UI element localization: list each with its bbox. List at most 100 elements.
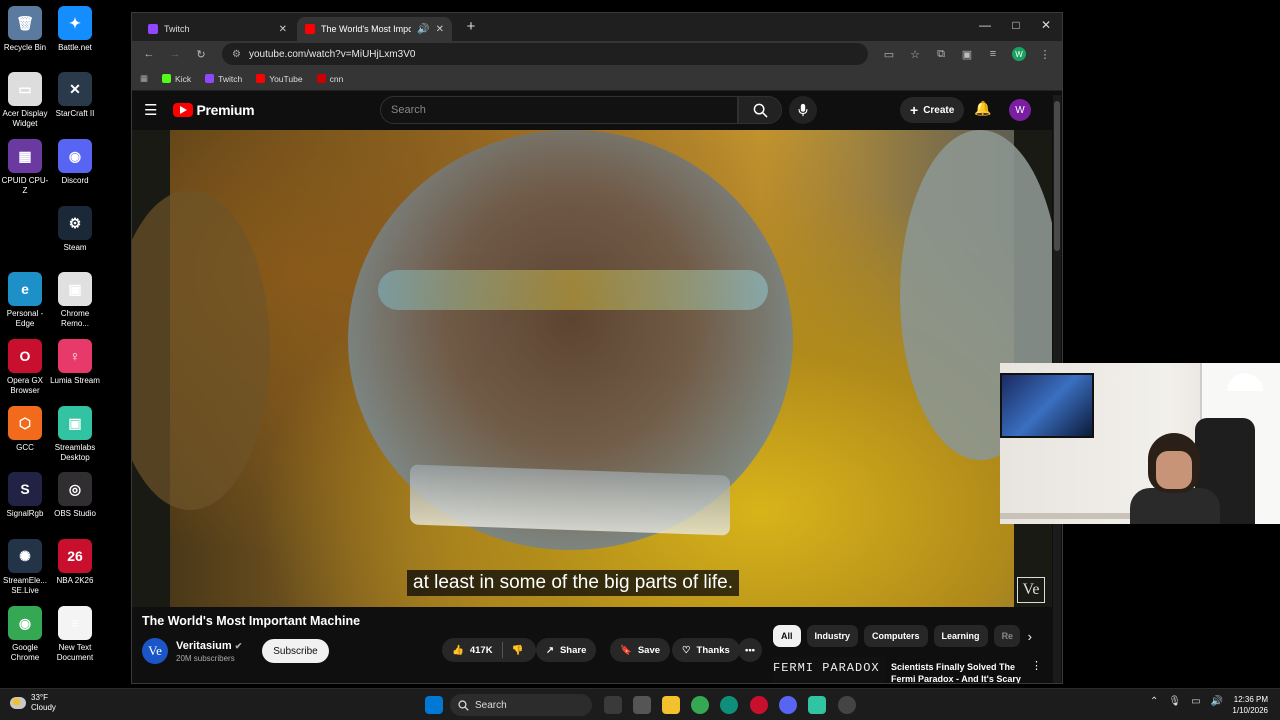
bookmark-youtube[interactable]: YouTube [256,74,303,84]
weather-widget[interactable]: 33°F Cloudy [10,693,56,713]
share-button[interactable]: ↗ Share [536,638,597,662]
recommended-video[interactable]: FERMI PARADOX Scientists Finally Solved … [773,657,1041,683]
subscribe-button[interactable]: Subscribe [262,639,329,663]
desktop-icon[interactable]: ▦ CPUID CPU-Z [0,139,50,196]
channel-watermark[interactable]: Ve [1017,577,1045,603]
tray-chevron-icon[interactable]: ⌃ [1150,696,1158,707]
share-arrow-icon: ↗ [546,644,554,656]
widgets-icon[interactable] [633,696,651,714]
cnn-favicon [316,74,326,83]
desktop-icon[interactable]: 🗑 Recycle Bin [0,6,50,53]
app-taskbar-icon[interactable] [838,696,856,714]
chevron-right-icon[interactable]: › [1028,629,1032,644]
channel-name[interactable]: Veritasium ✔ [176,640,242,652]
desktop-icon-label: New Text Document [56,643,94,662]
chrome-taskbar-icon[interactable] [691,696,709,714]
kebab-menu-icon[interactable]: ⋮ [1031,659,1041,672]
desktop-icon[interactable]: ◉ Discord [50,139,100,186]
desktop-app-icon: ⚙ [58,206,92,240]
desktop-icon[interactable]: ♀ Lumia Stream [50,339,100,386]
network-icon[interactable]: ▭ [1191,696,1200,707]
more-actions-icon[interactable]: ••• [738,638,762,662]
browser-menu-icon[interactable]: ⋮ [1034,43,1056,65]
hamburger-menu-icon[interactable]: ☰ [144,101,157,119]
scroll-thumb[interactable] [1054,101,1060,251]
desktop-icon[interactable]: ✕ StarCraft II [50,72,100,119]
apps-grid-icon[interactable]: ▦ [140,73,148,84]
desktop-icon[interactable]: ◉ Google Chrome [0,606,50,663]
desktop-icon-label: Discord [61,176,89,185]
search-input[interactable]: Search [380,96,738,124]
desktop-icon[interactable]: ✦ Battle.net [50,6,100,53]
start-windows-icon[interactable] [425,696,443,714]
media-controls-icon[interactable]: ≡ [982,43,1004,65]
clock[interactable]: 12:36 PM 1/10/2026 [1222,694,1268,716]
desktop-icon[interactable]: ⚙ Steam [50,206,100,253]
bookmark-icon: 🔖 [620,644,632,656]
desktop-icon[interactable]: ▣ Streamlabs Desktop [50,406,100,463]
streamlabs-taskbar-icon[interactable] [808,696,826,714]
tab-youtube[interactable]: The World's Most Importan 🔊 ✕ [297,17,452,41]
desktop-icon[interactable]: ▭ Acer Display Widget [0,72,50,129]
sidepanel-icon[interactable]: ▣ [956,43,978,65]
task-view-icon[interactable] [604,696,622,714]
profile-avatar[interactable]: W [1008,43,1030,65]
desktop-icon[interactable]: 26 NBA 2K26 [50,539,100,586]
desktop-icon[interactable]: ≡ New Text Document [50,606,100,663]
bookmark-cnn[interactable]: cnn [316,74,343,84]
desktop-app-icon: O [8,339,42,373]
video-player[interactable]: at least in some of the big parts of lif… [132,130,1052,607]
search-button[interactable] [738,96,782,124]
back-arrow-icon[interactable]: ← [138,43,160,65]
youtube-logo[interactable]: Premium [173,102,255,118]
reload-icon[interactable]: ↻ [190,43,212,65]
new-tab-plus-icon[interactable]: + [456,18,486,35]
forward-arrow-icon[interactable]: → [164,43,186,65]
save-button[interactable]: 🔖 Save [610,638,671,662]
close-tab-icon[interactable]: ✕ [279,24,287,35]
dislike-button-icon[interactable]: 👎 [512,645,524,656]
create-button[interactable]: + Create [900,97,965,123]
close-window-icon[interactable]: ✕ [1031,18,1061,32]
edge-taskbar-icon[interactable] [720,696,738,714]
extensions-icon[interactable]: ⧉ [930,43,952,65]
desktop-app-icon: ✺ [8,539,42,573]
microphone-icon[interactable]: 🎙 [1168,696,1181,707]
bookmark-twitch[interactable]: Twitch [205,74,242,84]
tab-twitch[interactable]: Twitch ✕ [140,17,295,41]
speaker-icon[interactable]: 🔊 [417,24,429,35]
maximize-icon[interactable]: □ [1001,18,1031,32]
thanks-button[interactable]: ♡ Thanks [672,638,740,662]
minimize-icon[interactable]: — [970,18,1000,32]
channel-avatar[interactable]: Ve [142,638,168,664]
account-avatar[interactable]: W [1009,99,1031,121]
chip-industry[interactable]: Industry [806,625,859,647]
recommended-title[interactable]: Scientists Finally Solved The Fermi Para… [891,661,1031,683]
address-bar[interactable]: ⚙ youtube.com/watch?v=MiUHjLxm3V0 [222,43,868,65]
cast-icon[interactable]: ▭ [878,43,900,65]
close-tab-icon[interactable]: ✕ [436,24,444,35]
bookmark-star-icon[interactable]: ☆ [904,43,926,65]
desktop-icon[interactable]: ⬡ GCC [0,406,50,453]
chip-learning[interactable]: Learning [933,625,988,647]
desktop-icon[interactable]: ▣ Chrome Remo... [50,272,100,329]
bookmarks-bar: ▦ Kick Twitch YouTube cnn [132,67,1062,91]
chip-all[interactable]: All [773,625,801,647]
taskbar-search[interactable]: Search [450,694,592,716]
opera-gx-taskbar-icon[interactable] [750,696,768,714]
like-button[interactable]: 👍 417K [452,645,493,656]
desktop-icon[interactable]: e Personal - Edge [0,272,50,329]
discord-taskbar-icon[interactable] [779,696,797,714]
desktop-icon[interactable]: S SignalRgb [0,472,50,519]
notifications-bell-icon[interactable]: 🔔 [974,100,991,117]
desktop-icon[interactable]: O Opera GX Browser [0,339,50,396]
chip-more[interactable]: Re [993,625,1020,647]
file-explorer-icon[interactable] [662,696,680,714]
chip-computers[interactable]: Computers [864,625,928,647]
recommended-thumbnail[interactable]: FERMI PARADOX [773,657,885,683]
voice-search-mic-icon[interactable] [789,96,817,124]
site-info-icon[interactable]: ⚙ [232,49,241,60]
desktop-icon[interactable]: ◎ OBS Studio [50,472,100,519]
desktop-icon[interactable]: ✺ StreamEle... SE.Live [0,539,50,596]
bookmark-kick[interactable]: Kick [162,74,191,84]
